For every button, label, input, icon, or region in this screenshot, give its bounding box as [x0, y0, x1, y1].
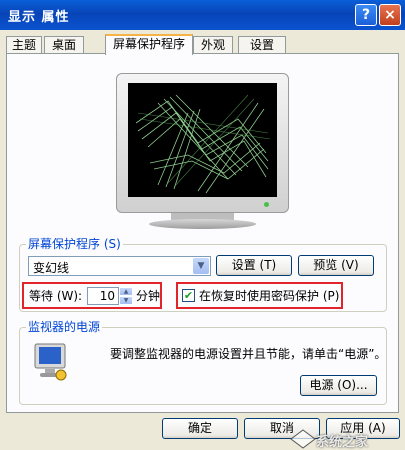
- monitor-stand: [149, 219, 256, 229]
- close-icon: ×: [384, 7, 396, 23]
- power-button[interactable]: 电源 (O)...: [300, 375, 377, 396]
- help-button[interactable]: ?: [355, 4, 377, 26]
- screensaver-preview-button[interactable]: 预览 (V): [298, 255, 374, 276]
- power-led: [264, 202, 269, 207]
- wait-minutes-input[interactable]: 10: [87, 287, 119, 305]
- close-button[interactable]: ×: [379, 4, 401, 26]
- monitor-power-group: 监视器的电源 要调整监视器的电源设置并且节能，请单击“电源”。 电源 (O)..…: [19, 320, 387, 405]
- help-icon: ?: [361, 7, 371, 23]
- monitor-preview: [116, 73, 289, 229]
- spin-up-icon[interactable]: ▲: [119, 287, 133, 296]
- watermark-logo-icon: [290, 429, 316, 449]
- tab-screensaver[interactable]: 屏幕保护程序: [105, 34, 193, 55]
- watermark: 系统之家: [288, 428, 404, 450]
- tab-desktop[interactable]: 桌面: [44, 36, 84, 54]
- wait-spinner[interactable]: ▲ ▼: [119, 287, 133, 305]
- spin-down-icon[interactable]: ▼: [119, 296, 133, 305]
- screensaver-select[interactable]: 变幻线 ▼: [28, 256, 211, 276]
- screensaver-selected-value: 变幻线: [33, 261, 70, 275]
- screensaver-preview-screen: [128, 83, 277, 197]
- title-bar[interactable]: 显示 属性 ? ×: [0, 0, 405, 30]
- password-checkbox[interactable]: ✔: [182, 289, 195, 302]
- monitor-power-description: 要调整监视器的电源设置并且节能，请单击“电源”。: [110, 347, 387, 361]
- tab-themes[interactable]: 主题: [6, 36, 42, 54]
- screensaver-group-title: 屏幕保护程序 (S): [26, 237, 123, 251]
- screensaver-group: 屏幕保护程序 (S) 变幻线 ▼ 设置 (T) 预览 (V) 等待 (W): 1…: [19, 237, 387, 312]
- tab-settings[interactable]: 设置: [238, 36, 286, 54]
- ok-button[interactable]: 确定: [162, 418, 238, 439]
- monitor-power-group-title: 监视器的电源: [26, 320, 103, 334]
- password-highlight: ✔ 在恢复时使用密码保护 (P): [176, 282, 343, 309]
- wait-unit-label: 分钟: [136, 289, 161, 303]
- wait-label: 等待 (W):: [29, 289, 83, 303]
- window-title: 显示 属性: [8, 10, 70, 25]
- watermark-text: 系统之家: [316, 435, 369, 450]
- monitor-power-icon: [34, 343, 67, 381]
- display-properties-window: 显示 属性 ? × 主题 桌面 屏幕保护程序 外观 设置 屏幕保护程序 (S) …: [0, 0, 405, 450]
- password-label[interactable]: 在恢复时使用密码保护 (P): [199, 289, 339, 303]
- screensaver-settings-button[interactable]: 设置 (T): [216, 255, 292, 276]
- wait-highlight: 等待 (W): 10 ▲ ▼ 分钟: [22, 282, 162, 309]
- tab-appearance[interactable]: 外观: [193, 36, 233, 54]
- chevron-down-icon[interactable]: ▼: [193, 258, 209, 274]
- tab-panel: 屏幕保护程序 (S) 变幻线 ▼ 设置 (T) 预览 (V) 等待 (W): 1…: [6, 53, 399, 413]
- mystify-lines-graphic: [135, 94, 271, 194]
